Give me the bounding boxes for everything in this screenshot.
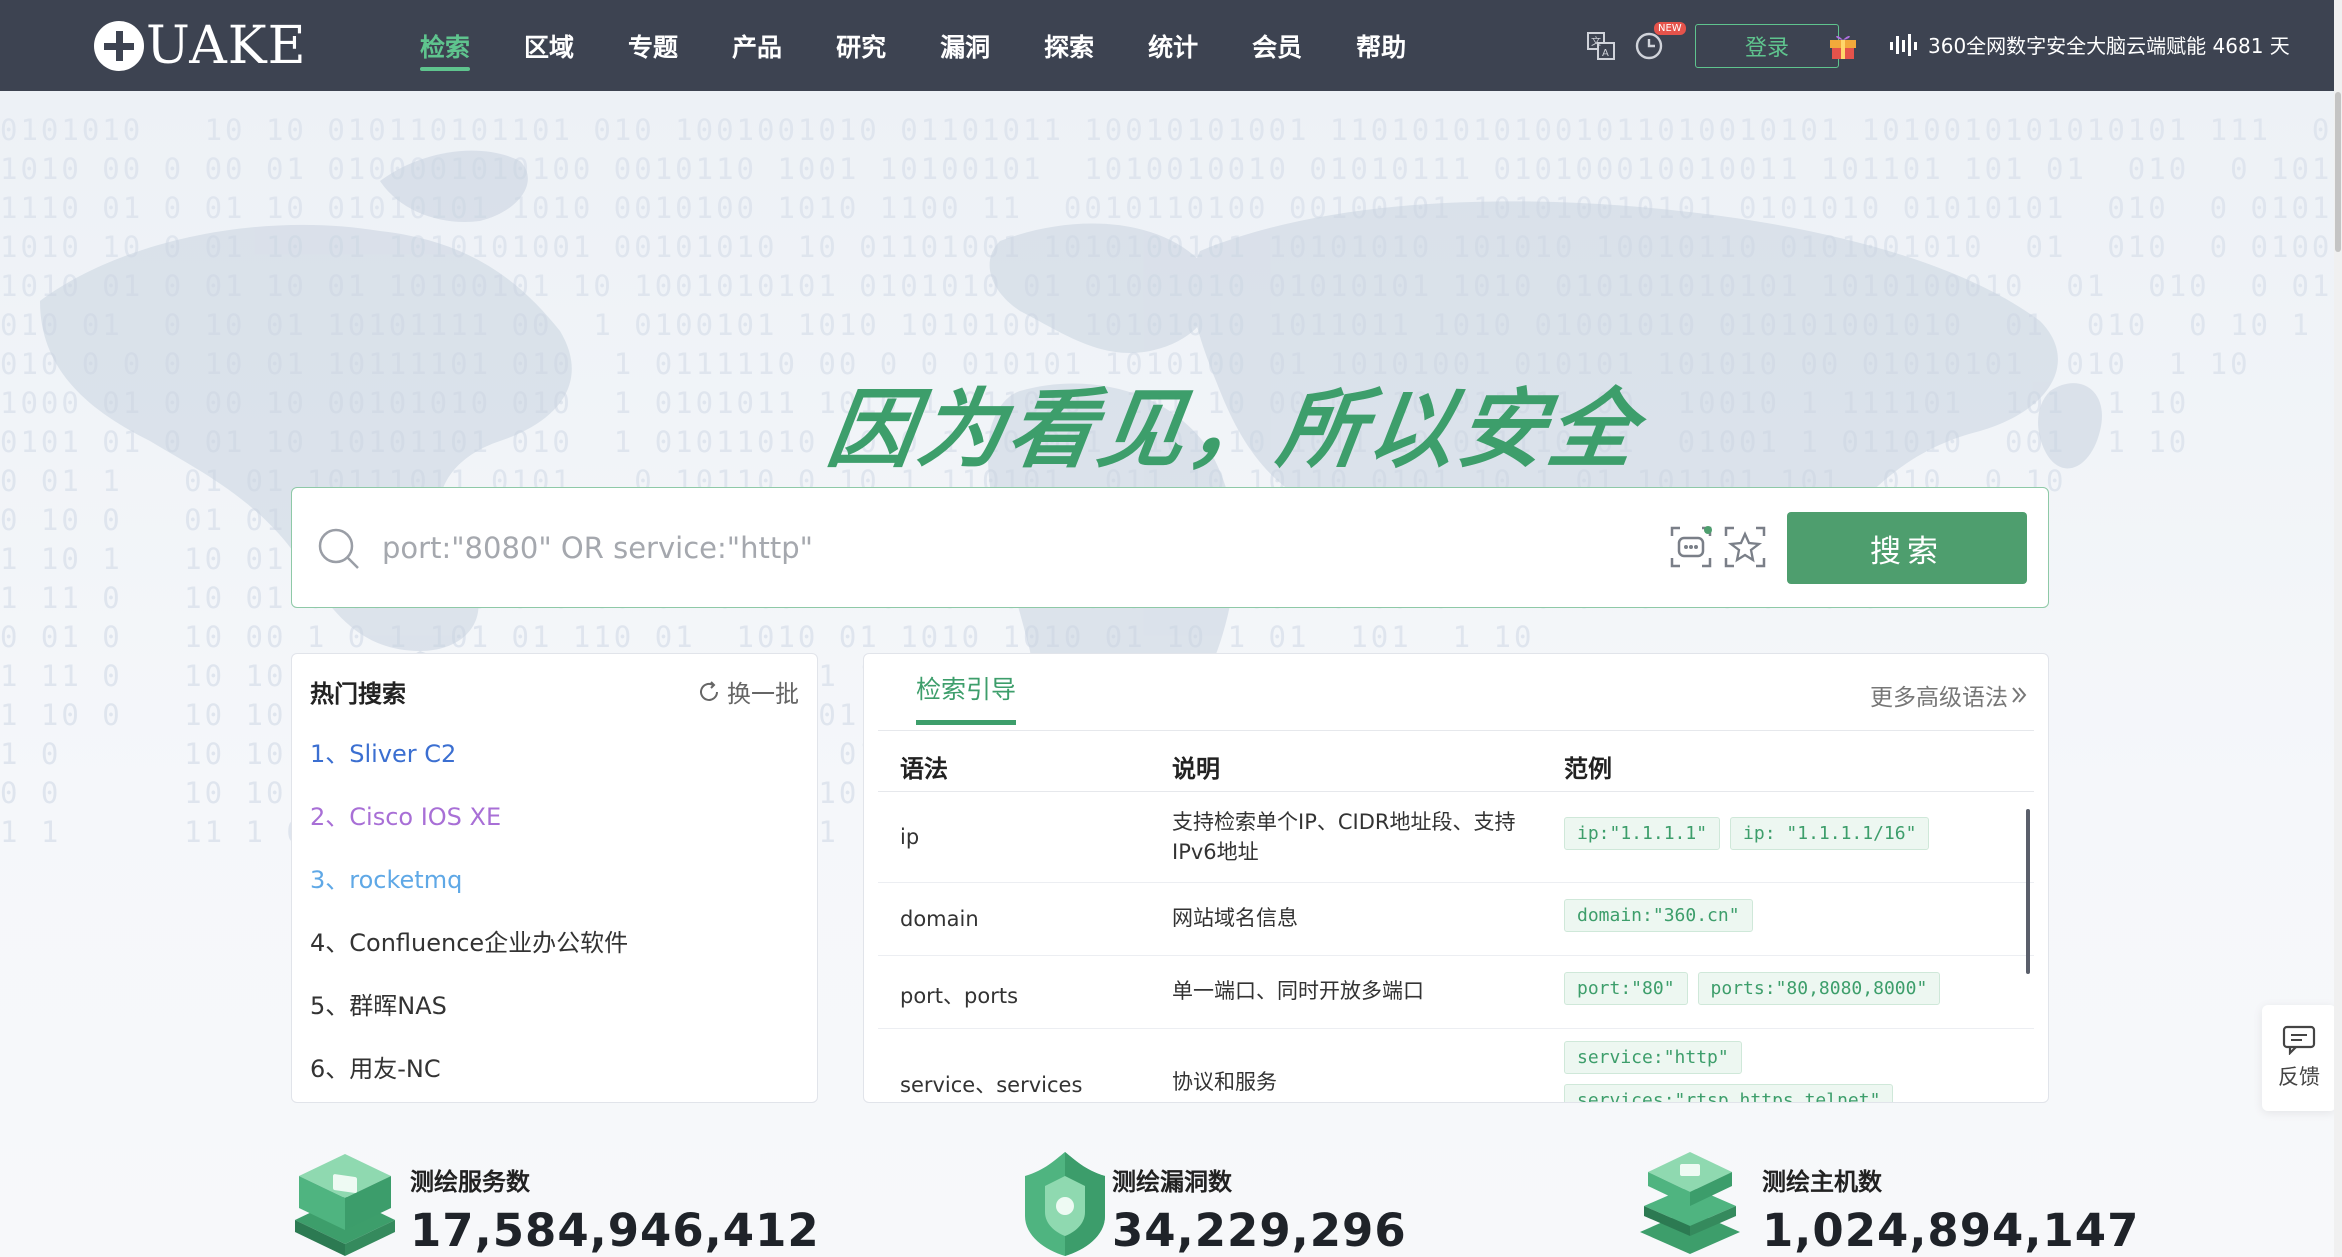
- table-row: port、ports 单一端口、同时开放多端口 port:"80" ports:"…: [878, 956, 2034, 1029]
- tab-search-guide[interactable]: 检索引导: [916, 670, 1017, 725]
- stat-value-hosts: 1,024,894,147: [1762, 1204, 2140, 1257]
- favorite-star-icon[interactable]: [1722, 524, 1768, 570]
- gift-icon[interactable]: [1826, 28, 1860, 62]
- refresh-label: 换一批: [727, 680, 799, 708]
- hot-search-item[interactable]: 4、Confluence企业办公软件: [310, 923, 628, 958]
- search-button[interactable]: 搜索: [1787, 512, 2027, 584]
- nav-item-stats[interactable]: 统计: [1148, 0, 1198, 91]
- description-cell: 网站域名信息: [1172, 906, 1298, 930]
- example-tag[interactable]: port:"80": [1564, 972, 1688, 1005]
- example-tag[interactable]: services:"rtsp,https,telnet": [1564, 1084, 1894, 1102]
- nav-item-topics[interactable]: 专题: [628, 0, 678, 91]
- hot-search-title: 热门搜索: [310, 680, 406, 708]
- hero-slogan: 因为看见，所以安全: [821, 380, 1646, 480]
- nav-item-vulns[interactable]: 漏洞: [940, 0, 990, 91]
- example-cell: ip:"1.1.1.1" ip: "1.1.1.1/16": [1564, 817, 1939, 850]
- new-badge: NEW: [1654, 22, 1686, 35]
- feedback-button[interactable]: 反馈: [2262, 1005, 2336, 1111]
- description-cell: 单一端口、同时开放多端口: [1172, 979, 1424, 1003]
- page-scrollbar-thumb[interactable]: [2335, 92, 2341, 252]
- search-input[interactable]: [382, 516, 1382, 580]
- guide-scrollbar[interactable]: [2026, 809, 2030, 974]
- example-tag[interactable]: ports:"80,8080,8000": [1697, 972, 1941, 1005]
- sound-wave-icon: [1890, 34, 1917, 56]
- uptime-ticker: 360全网数字安全大脑云端赋能 4681 天: [1928, 34, 2290, 58]
- stat-label-vulns: 测绘漏洞数: [1112, 1168, 1232, 1196]
- services-cube-icon: [295, 1154, 395, 1256]
- nav-item-research[interactable]: 研究: [836, 0, 886, 91]
- example-tag[interactable]: ip: "1.1.1.1/16": [1730, 817, 1930, 850]
- ai-assistant-icon[interactable]: [1668, 524, 1714, 570]
- syntax-cell: ip: [900, 825, 920, 849]
- stat-value-services: 17,584,946,412: [410, 1204, 820, 1257]
- top-nav-bar: UAKE 检索 区域 专题 产品 研究 漏洞 探索 统计 会员 帮助 文 A N…: [0, 0, 2342, 91]
- guide-table-header: 语法 说明 范例: [878, 730, 2034, 792]
- example-tag[interactable]: ip:"1.1.1.1": [1564, 817, 1721, 850]
- stat-label-services: 测绘服务数: [410, 1168, 530, 1196]
- column-header-syntax: 语法: [900, 755, 948, 783]
- example-tag[interactable]: domain:"360.cn": [1564, 899, 1753, 932]
- example-cell: domain:"360.cn": [1564, 899, 1763, 932]
- search-icon: [318, 528, 359, 569]
- feedback-label: 反馈: [2278, 1065, 2320, 1089]
- vulnerability-shield-icon: [1025, 1152, 1105, 1256]
- translate-icon[interactable]: 文 A: [1585, 30, 1617, 62]
- svg-text:A: A: [1602, 48, 1609, 59]
- hot-search-item[interactable]: 5、群晖NAS: [310, 986, 447, 1021]
- hot-search-item[interactable]: 2、Cisco IOS XE: [310, 797, 501, 832]
- column-header-example: 范例: [1564, 755, 1612, 783]
- search-guide-panel: 检索引导 更多高级语法 语法 说明 范例 ip 支持检索单个IP、CIDR地址段…: [863, 653, 2049, 1103]
- hot-search-item[interactable]: 3、rocketmq: [310, 860, 462, 895]
- syntax-cell: service、services: [900, 1073, 1083, 1097]
- logo-text: UAKE: [146, 15, 307, 76]
- hot-search-panel: 热门搜索 换一批 1、Sliver C2 2、Cisco IOS XE 3、ro…: [291, 653, 818, 1103]
- nav-item-help[interactable]: 帮助: [1356, 0, 1406, 91]
- svg-text:文: 文: [1591, 35, 1601, 48]
- feedback-chat-icon: [2282, 1025, 2316, 1055]
- refresh-icon: [700, 680, 718, 701]
- table-row: ip 支持检索单个IP、CIDR地址段、支持IPv6地址 ip:"1.1.1.1…: [878, 793, 2034, 883]
- nav-item-explore[interactable]: 探索: [1044, 0, 1094, 91]
- refresh-button[interactable]: 换一批: [697, 674, 799, 709]
- login-button[interactable]: 登录: [1695, 24, 1839, 68]
- logo-plus-icon: [94, 20, 144, 71]
- example-cell: service:"http" services:"rtsp,https,teln…: [1564, 1041, 1964, 1102]
- syntax-cell: domain: [900, 907, 979, 931]
- search-bar: 搜索: [291, 487, 2049, 608]
- main-nav: 检索 区域 专题 产品 研究 漏洞 探索 统计 会员 帮助: [420, 0, 1460, 91]
- syntax-cell: port、ports: [900, 984, 1019, 1008]
- nav-item-search[interactable]: 检索: [420, 0, 471, 91]
- table-row: service、services 协议和服务 service:"http" se…: [878, 1029, 2034, 1102]
- description-cell: 协议和服务: [1172, 1070, 1277, 1094]
- stat-value-vulns: 34,229,296: [1112, 1204, 1407, 1257]
- hot-search-item[interactable]: 6、用友-NC: [310, 1049, 441, 1084]
- hosts-server-stack-icon: [1640, 1152, 1740, 1254]
- nav-item-region[interactable]: 区域: [524, 0, 574, 91]
- description-cell: 支持检索单个IP、CIDR地址段、支持IPv6地址: [1172, 810, 1516, 864]
- quake-logo[interactable]: UAKE: [94, 15, 307, 76]
- example-cell: port:"80" ports:"80,8080,8000": [1564, 972, 1950, 1005]
- table-row: domain 网站域名信息 domain:"360.cn": [878, 883, 2034, 956]
- nav-item-products[interactable]: 产品: [732, 0, 782, 91]
- double-chevron-right-icon: [2012, 687, 2027, 703]
- column-header-description: 说明: [1172, 755, 1220, 783]
- nav-item-membership[interactable]: 会员: [1252, 0, 1302, 91]
- example-tag[interactable]: service:"http": [1564, 1041, 1742, 1074]
- more-syntax-label: 更多高级语法: [1870, 685, 2008, 711]
- more-syntax-link[interactable]: 更多高级语法: [1870, 678, 2030, 712]
- hot-search-item[interactable]: 1、Sliver C2: [310, 734, 456, 769]
- stat-label-hosts: 测绘主机数: [1762, 1168, 1882, 1196]
